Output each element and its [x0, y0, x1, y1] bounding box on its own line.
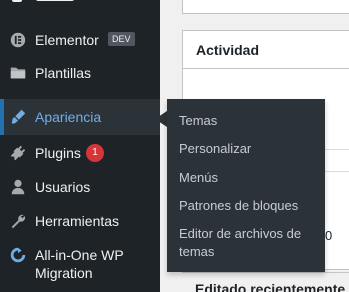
submenu-item-patrones[interactable]: Patrones de bloques [179, 197, 298, 215]
sidebar-item-usuarios[interactable]: Usuarios [0, 177, 160, 197]
widget-title: Actividad [196, 42, 260, 58]
sidebar-item-label: Elementor [35, 32, 99, 48]
sidebar-item-label: Plantillas [35, 65, 92, 81]
sidebar-item-elementor[interactable]: Elementor DEV [0, 30, 160, 50]
appearance-submenu: Temas Personalizar Menús Patrones de blo… [167, 99, 325, 272]
submenu-item-editor-archivos[interactable]: Editor de archivos de temas [179, 225, 319, 261]
dashboard-widget-top [182, 0, 349, 14]
elementor-icon [8, 30, 28, 50]
migration-icon [8, 245, 28, 265]
sidebar-item-label: Usuarios [35, 179, 91, 195]
sidebar-item-aio-migration[interactable]: All-in-One WP Migration [0, 245, 160, 285]
sidebar-item-plugins[interactable]: Plugins 1 [0, 143, 160, 163]
sidebar-item-label: Plugins [35, 145, 81, 161]
sidebar-item-herramientas[interactable]: Herramientas [0, 211, 160, 231]
admin-sidebar: Elementor DEV Plantillas Apariencia Plug… [0, 0, 160, 292]
sidebar-item-plantillas[interactable]: Plantillas [0, 63, 160, 83]
sidebar-item-label: All-in-One WP Migration [35, 247, 124, 281]
user-icon [8, 177, 28, 197]
paintbrush-icon [8, 107, 28, 127]
widget-header: Actividad [183, 31, 349, 69]
divider [182, 272, 349, 273]
update-count-badge: 1 [86, 144, 104, 162]
plug-icon [8, 143, 28, 163]
sidebar-item-label: Apariencia [35, 109, 102, 125]
sidebar-item-label: Herramientas [35, 213, 120, 229]
sidebar-item-apariencia[interactable]: Apariencia [0, 99, 160, 135]
recently-edited-title: Editado recientemente [195, 281, 346, 292]
submenu-item-temas[interactable]: Temas [179, 112, 217, 130]
current-indicator [0, 99, 4, 135]
cut-off-menu-item[interactable] [0, 0, 160, 8]
submenu-item-personalizar[interactable]: Personalizar [179, 140, 251, 158]
folder-icon [8, 63, 28, 83]
flyout-pointer [155, 111, 167, 127]
submenu-item-menus[interactable]: Menús [179, 169, 218, 187]
partial-count: 0 [325, 228, 333, 243]
wrench-icon [8, 211, 28, 231]
dev-badge: DEV [108, 32, 135, 46]
